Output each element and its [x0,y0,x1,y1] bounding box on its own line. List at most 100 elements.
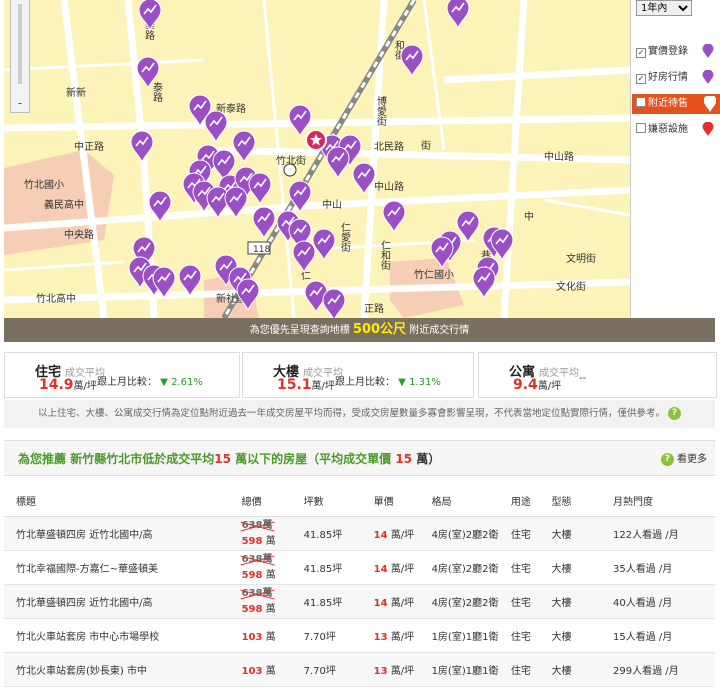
column-header[interactable]: 格局 [430,484,510,517]
map-pin-icon [704,96,716,112]
table-row[interactable]: 竹北火車站套房(妙長東) 市中 103 萬 7.70坪 13 萬/坪 1房(室)… [4,652,715,687]
popularity: 299人看過 /月 [612,652,715,687]
table-row[interactable]: 竹北火車站套房 市中心市場學校 103 萬 7.70坪 13 萬/坪 1房(室)… [4,618,715,653]
price-marker-icon[interactable] [248,172,272,206]
layer-label: 嫌惡設施 [648,124,688,135]
column-header[interactable]: 坪數 [302,484,373,517]
zoom-slider[interactable] [18,4,22,84]
layer-toggle[interactable]: ✓ 好房行情 [636,68,718,88]
stat-box: 大樓 成交平均 15.1萬/坪 跟上月比較： ▼ 1.31% [242,352,474,398]
total-price: 638萬 598 萬 [240,516,303,551]
price-marker-icon[interactable] [288,104,312,138]
use: 住宅 [509,550,551,585]
column-header[interactable]: 用途 [509,484,551,517]
stat-box: 住宅 成交平均 14.9萬/坪 跟上月比較： ▼ 2.61% [4,352,240,398]
price: 598 [241,536,263,547]
street-label: 文化街 [556,280,586,293]
kind: 大樓 [550,550,613,585]
recommend-title: 為您推薦 新竹縣竹北市低於成交平均15 萬以下的房屋（平均成交單價 15 萬） [18,450,440,467]
column-header[interactable]: 型態 [550,484,613,517]
street-label: 泰路 [151,81,163,103]
listing-title[interactable]: 竹北華盛頓四房 近竹北國中/高 [4,584,241,619]
checkbox[interactable]: ✓ [636,74,646,84]
map-sidebar: 1年內 ✓ 實價登錄 ✓ 好房行情 附近待售 嫌惡設施 [632,0,720,318]
street-label: 竹仁國小 [414,268,454,281]
price-marker-icon[interactable] [204,110,228,144]
street-label: 中正路 [74,140,104,153]
price-marker-icon[interactable] [382,200,406,234]
help-icon: ? [660,452,674,466]
street-label: 仁和街 [379,240,391,271]
stat-compare: 跟上月比較： ▼ 1.31% [335,377,441,388]
zoom-out-button[interactable]: - [11,96,29,110]
listing-title[interactable]: 竹北火車站套房 市中心市場學校 [4,618,241,653]
trend-down-icon: ▼ [395,377,410,388]
column-header[interactable]: 月熱門度 [612,484,715,517]
use: 住宅 [509,652,551,687]
trend-down-icon: ▼ [157,377,172,388]
table-row[interactable]: 竹北華盛頓四房 近竹北國中/高 638萬 598 萬 41.85坪 14 萬/坪 … [4,516,715,551]
price-marker-icon[interactable] [312,228,336,262]
stat-pct: 1.31% [409,377,441,388]
column-header[interactable]: 單價 [372,484,431,517]
banner-prefix: 為您優先呈現查詢地標 [249,325,350,336]
price-marker-icon[interactable] [326,146,350,180]
price-marker-icon[interactable] [232,130,256,164]
street-label: 北民路 [374,140,404,153]
popularity: 40人看過 /月 [612,584,715,619]
zoom-control[interactable]: - [10,0,30,113]
price-marker-icon[interactable] [130,130,154,164]
stat-price: 14.9萬/坪 [39,377,97,393]
column-header[interactable]: 總價 [240,484,303,517]
listing-title[interactable]: 竹北幸福國際-方嘉仁~華盛頓美 [4,550,241,585]
use: 住宅 [509,618,551,653]
layout: 1房(室)1廳1衛 [430,652,510,687]
table-row[interactable]: 竹北幸福國際-方嘉仁~華盛頓美 638萬 598 萬 41.85坪 14 萬/坪 … [4,550,715,585]
checkbox[interactable] [636,123,646,133]
layer-toggle[interactable]: 嫌惡設施 [636,120,718,140]
price-marker-icon[interactable] [292,240,316,274]
table-row[interactable]: 竹北華盛頓四房 近竹北國中/高 638萬 598 萬 41.85坪 14 萬/坪 … [4,584,715,619]
listing-table: 標題 總價 坪數 單價 格局 用途 型態 月熱門度 竹北華盛頓四房 近竹北國中/高 638萬 5… [4,484,715,687]
layer-label: 實價登錄 [648,46,688,57]
checkbox[interactable]: ✓ [636,48,646,58]
total-price: 103 萬 [240,652,303,687]
layer-label: 附近待售 [648,98,688,109]
kind: 大樓 [550,584,613,619]
road-badge-label: 118 [253,245,270,255]
period-select[interactable]: 1年內 [636,0,692,16]
recommend-header: 為您推薦 新竹縣竹北市低於成交平均15 萬以下的房屋（平均成交單價 15 萬） … [4,440,715,476]
recommend-prefix: 為您推薦 [18,452,67,466]
kind: 大樓 [550,652,613,687]
map-canvas[interactable]: 118 華路和街泰路新新新泰路北民路中正路竹北國小義民高中中央路竹北街中山路仁愛… [4,0,630,318]
street-label: 竹北高中 [36,292,76,305]
distance-banner: 為您優先呈現查詢地標 500公尺 附近成交行情 [4,318,715,342]
price-marker-icon[interactable] [322,288,346,318]
layer-toggle[interactable]: ✓ 實價登錄 [636,42,718,62]
column-header[interactable]: 標題 [4,484,241,517]
price-marker-icon[interactable] [472,266,496,300]
checkbox[interactable] [636,97,646,107]
street-label: 仁愛街 [339,222,351,253]
price: 598 [241,570,263,581]
price-marker-icon[interactable] [400,44,424,78]
price-marker-icon[interactable] [446,0,470,30]
price: 103 [241,632,263,643]
see-more-link[interactable]: ? 看更多 [660,450,707,466]
target-star-marker[interactable] [305,129,327,151]
listing-title[interactable]: 竹北火車站套房(妙長東) 市中 [4,652,241,687]
layer-label: 好房行情 [648,72,688,83]
map[interactable]: 118 華路 和街 泰路 新新 新泰路 北民路 中正路 竹北國小 義民高中 中央路 竹北街 中山路 仁愛… [4,0,631,318]
listing-title[interactable]: 竹北華盛頓四房 近竹北國中/高 [4,516,241,551]
stat-compare: 跟上月比較： ▼ 2.61% [97,377,203,388]
price-unit: 萬 [265,632,276,643]
map-pin-icon [702,44,714,60]
price-unit: 萬 [265,666,276,677]
stat-compare: -- [579,373,587,384]
recommend-suffix: 萬） [416,452,441,466]
help-icon[interactable]: ? [668,407,682,420]
stat-unit: 萬/坪 [311,381,335,392]
street-label: 正路 [364,302,384,315]
recommend-area: 新竹縣竹北市 [70,452,143,466]
layer-toggle[interactable]: 附近待售 [632,94,720,114]
